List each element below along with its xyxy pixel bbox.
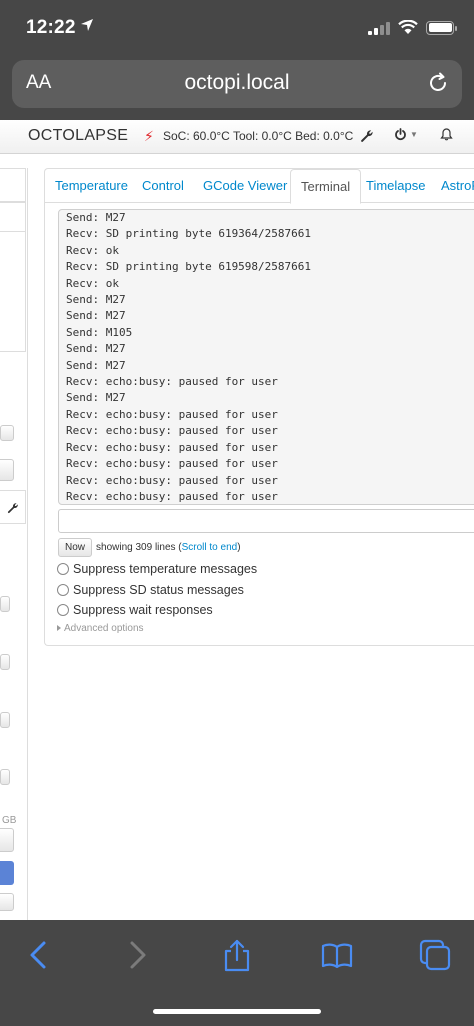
wrench-icon[interactable] bbox=[7, 502, 19, 514]
url-text[interactable]: octopi.local bbox=[12, 71, 462, 95]
scroll-to-end-link[interactable]: Scroll to end bbox=[182, 542, 238, 553]
option-label: Suppress temperature messages bbox=[73, 562, 258, 577]
option-label: Suppress SD status messages bbox=[73, 582, 244, 597]
address-bar[interactable]: AA octopi.local bbox=[12, 60, 462, 108]
storage-size-text: GB bbox=[2, 815, 17, 826]
terminal-line: Recv: echo:busy: paused for user bbox=[66, 440, 278, 454]
terminal-line: Recv: echo:busy: paused for user bbox=[66, 407, 278, 421]
sidebar-panel-header bbox=[0, 168, 26, 202]
suppress-temperature-option[interactable]: Suppress temperature messages bbox=[57, 559, 257, 580]
tabs-icon[interactable] bbox=[418, 938, 452, 972]
checkbox[interactable] bbox=[57, 583, 69, 596]
checkbox[interactable] bbox=[57, 563, 69, 576]
terminal-line: Send: M27 bbox=[66, 309, 126, 323]
reload-icon[interactable] bbox=[426, 71, 450, 95]
sidebar-button[interactable] bbox=[0, 828, 14, 852]
temperature-readout: SoC: 60.0°C Tool: 0.0°C Bed: 0.0°C bbox=[163, 129, 354, 143]
tab-timelapse[interactable]: Timelapse bbox=[366, 178, 425, 193]
terminal-line: Recv: ok bbox=[66, 243, 119, 257]
location-arrow-icon bbox=[81, 19, 93, 31]
advanced-options-toggle[interactable]: Advanced options bbox=[57, 623, 144, 634]
status-time: 12:22 bbox=[26, 17, 76, 38]
sidebar-files-header bbox=[0, 490, 26, 524]
suppress-wait-option[interactable]: Suppress wait responses bbox=[57, 600, 257, 621]
terminal-line: Recv: ok bbox=[66, 276, 119, 290]
wrench-icon[interactable] bbox=[360, 129, 374, 143]
forward-icon[interactable] bbox=[120, 938, 154, 972]
tab-control[interactable]: Control bbox=[142, 178, 184, 193]
line-count-text: showing 309 lines (Scroll to end) bbox=[96, 542, 241, 553]
terminal-status-row: Now showing 309 lines (Scroll to end) bbox=[58, 538, 241, 557]
terminal-line: Send: M27 bbox=[66, 358, 126, 372]
brand-title[interactable]: OCTOLAPSE bbox=[28, 127, 128, 145]
terminal-line: Send: M27 bbox=[66, 211, 126, 224]
terminal-line: Recv: echo:busy: paused for user bbox=[66, 457, 278, 471]
terminal-options: Suppress temperature messages Suppress S… bbox=[57, 559, 257, 621]
terminal-line: Recv: SD printing byte 619598/2587661 bbox=[66, 260, 312, 274]
sidebar-panel-row bbox=[0, 202, 26, 232]
sidebar-button[interactable] bbox=[0, 459, 14, 481]
cellular-signal-icon bbox=[368, 21, 390, 35]
browser-chrome: 12:22 AA octopi.local bbox=[0, 0, 474, 120]
caret-down-icon[interactable]: ▼ bbox=[410, 130, 418, 139]
bell-icon[interactable] bbox=[440, 128, 453, 141]
sidebar-panel-body bbox=[0, 232, 26, 352]
browser-toolbar bbox=[0, 920, 474, 1026]
tab-terminal[interactable]: Terminal bbox=[290, 169, 362, 204]
terminal-line: Send: M27 bbox=[66, 293, 126, 307]
share-icon[interactable] bbox=[220, 938, 254, 972]
terminal-line: Recv: SD printing byte 619364/2587661 bbox=[66, 227, 312, 241]
tab-temperature[interactable]: Temperature bbox=[55, 178, 128, 193]
sidebar-small-button[interactable] bbox=[0, 425, 14, 441]
option-label: Suppress wait responses bbox=[73, 603, 213, 618]
terminal-line: Send: M27 bbox=[66, 391, 126, 405]
terminal-line: Recv: echo:busy: paused for user bbox=[66, 375, 278, 389]
tab-bar: Temperature Control GCode Viewer Termina… bbox=[45, 169, 474, 204]
terminal-line: Recv: echo:busy: paused for user bbox=[66, 424, 278, 438]
suppress-sd-status-option[interactable]: Suppress SD status messages bbox=[57, 580, 257, 601]
octoprint-navbar: OCTOLAPSE ⚡︎ SoC: 60.0°C Tool: 0.0°C Bed… bbox=[0, 120, 474, 154]
checkbox[interactable] bbox=[57, 604, 69, 617]
tab-astrof[interactable]: AstroF bbox=[441, 178, 474, 193]
bookmarks-icon[interactable] bbox=[320, 938, 354, 972]
file-action-button[interactable] bbox=[0, 712, 10, 728]
bolt-icon[interactable]: ⚡︎ bbox=[144, 128, 154, 145]
upload-button[interactable] bbox=[0, 861, 14, 885]
power-icon[interactable] bbox=[394, 128, 407, 141]
tab-gcode-viewer[interactable]: GCode Viewer bbox=[203, 178, 287, 193]
terminal-line: Recv: echo:busy: paused for user bbox=[66, 489, 278, 503]
status-indicators bbox=[368, 20, 457, 35]
battery-icon bbox=[426, 20, 457, 35]
terminal-line: Send: M105 bbox=[66, 325, 133, 339]
caret-right-icon bbox=[57, 625, 61, 632]
terminal-line: Recv: echo:busy: paused for user bbox=[66, 473, 278, 487]
terminal-line: Send: M27 bbox=[66, 342, 126, 356]
file-action-button[interactable] bbox=[0, 596, 10, 612]
terminal-lines: Send: M27 Recv: SD printing byte 619364/2… bbox=[66, 210, 312, 504]
main-panel: Temperature Control GCode Viewer Termina… bbox=[44, 168, 474, 646]
command-input[interactable] bbox=[58, 509, 474, 533]
terminal-output[interactable]: Send: M27 Recv: SD printing byte 619364/2… bbox=[58, 209, 474, 505]
back-icon[interactable] bbox=[22, 938, 56, 972]
left-sidebar: GB bbox=[0, 168, 28, 920]
now-button[interactable]: Now bbox=[58, 538, 93, 557]
file-action-button[interactable] bbox=[0, 769, 10, 785]
sidebar-button[interactable] bbox=[0, 893, 14, 911]
wifi-icon bbox=[398, 20, 418, 34]
home-indicator bbox=[153, 1009, 321, 1014]
file-action-button[interactable] bbox=[0, 654, 10, 670]
